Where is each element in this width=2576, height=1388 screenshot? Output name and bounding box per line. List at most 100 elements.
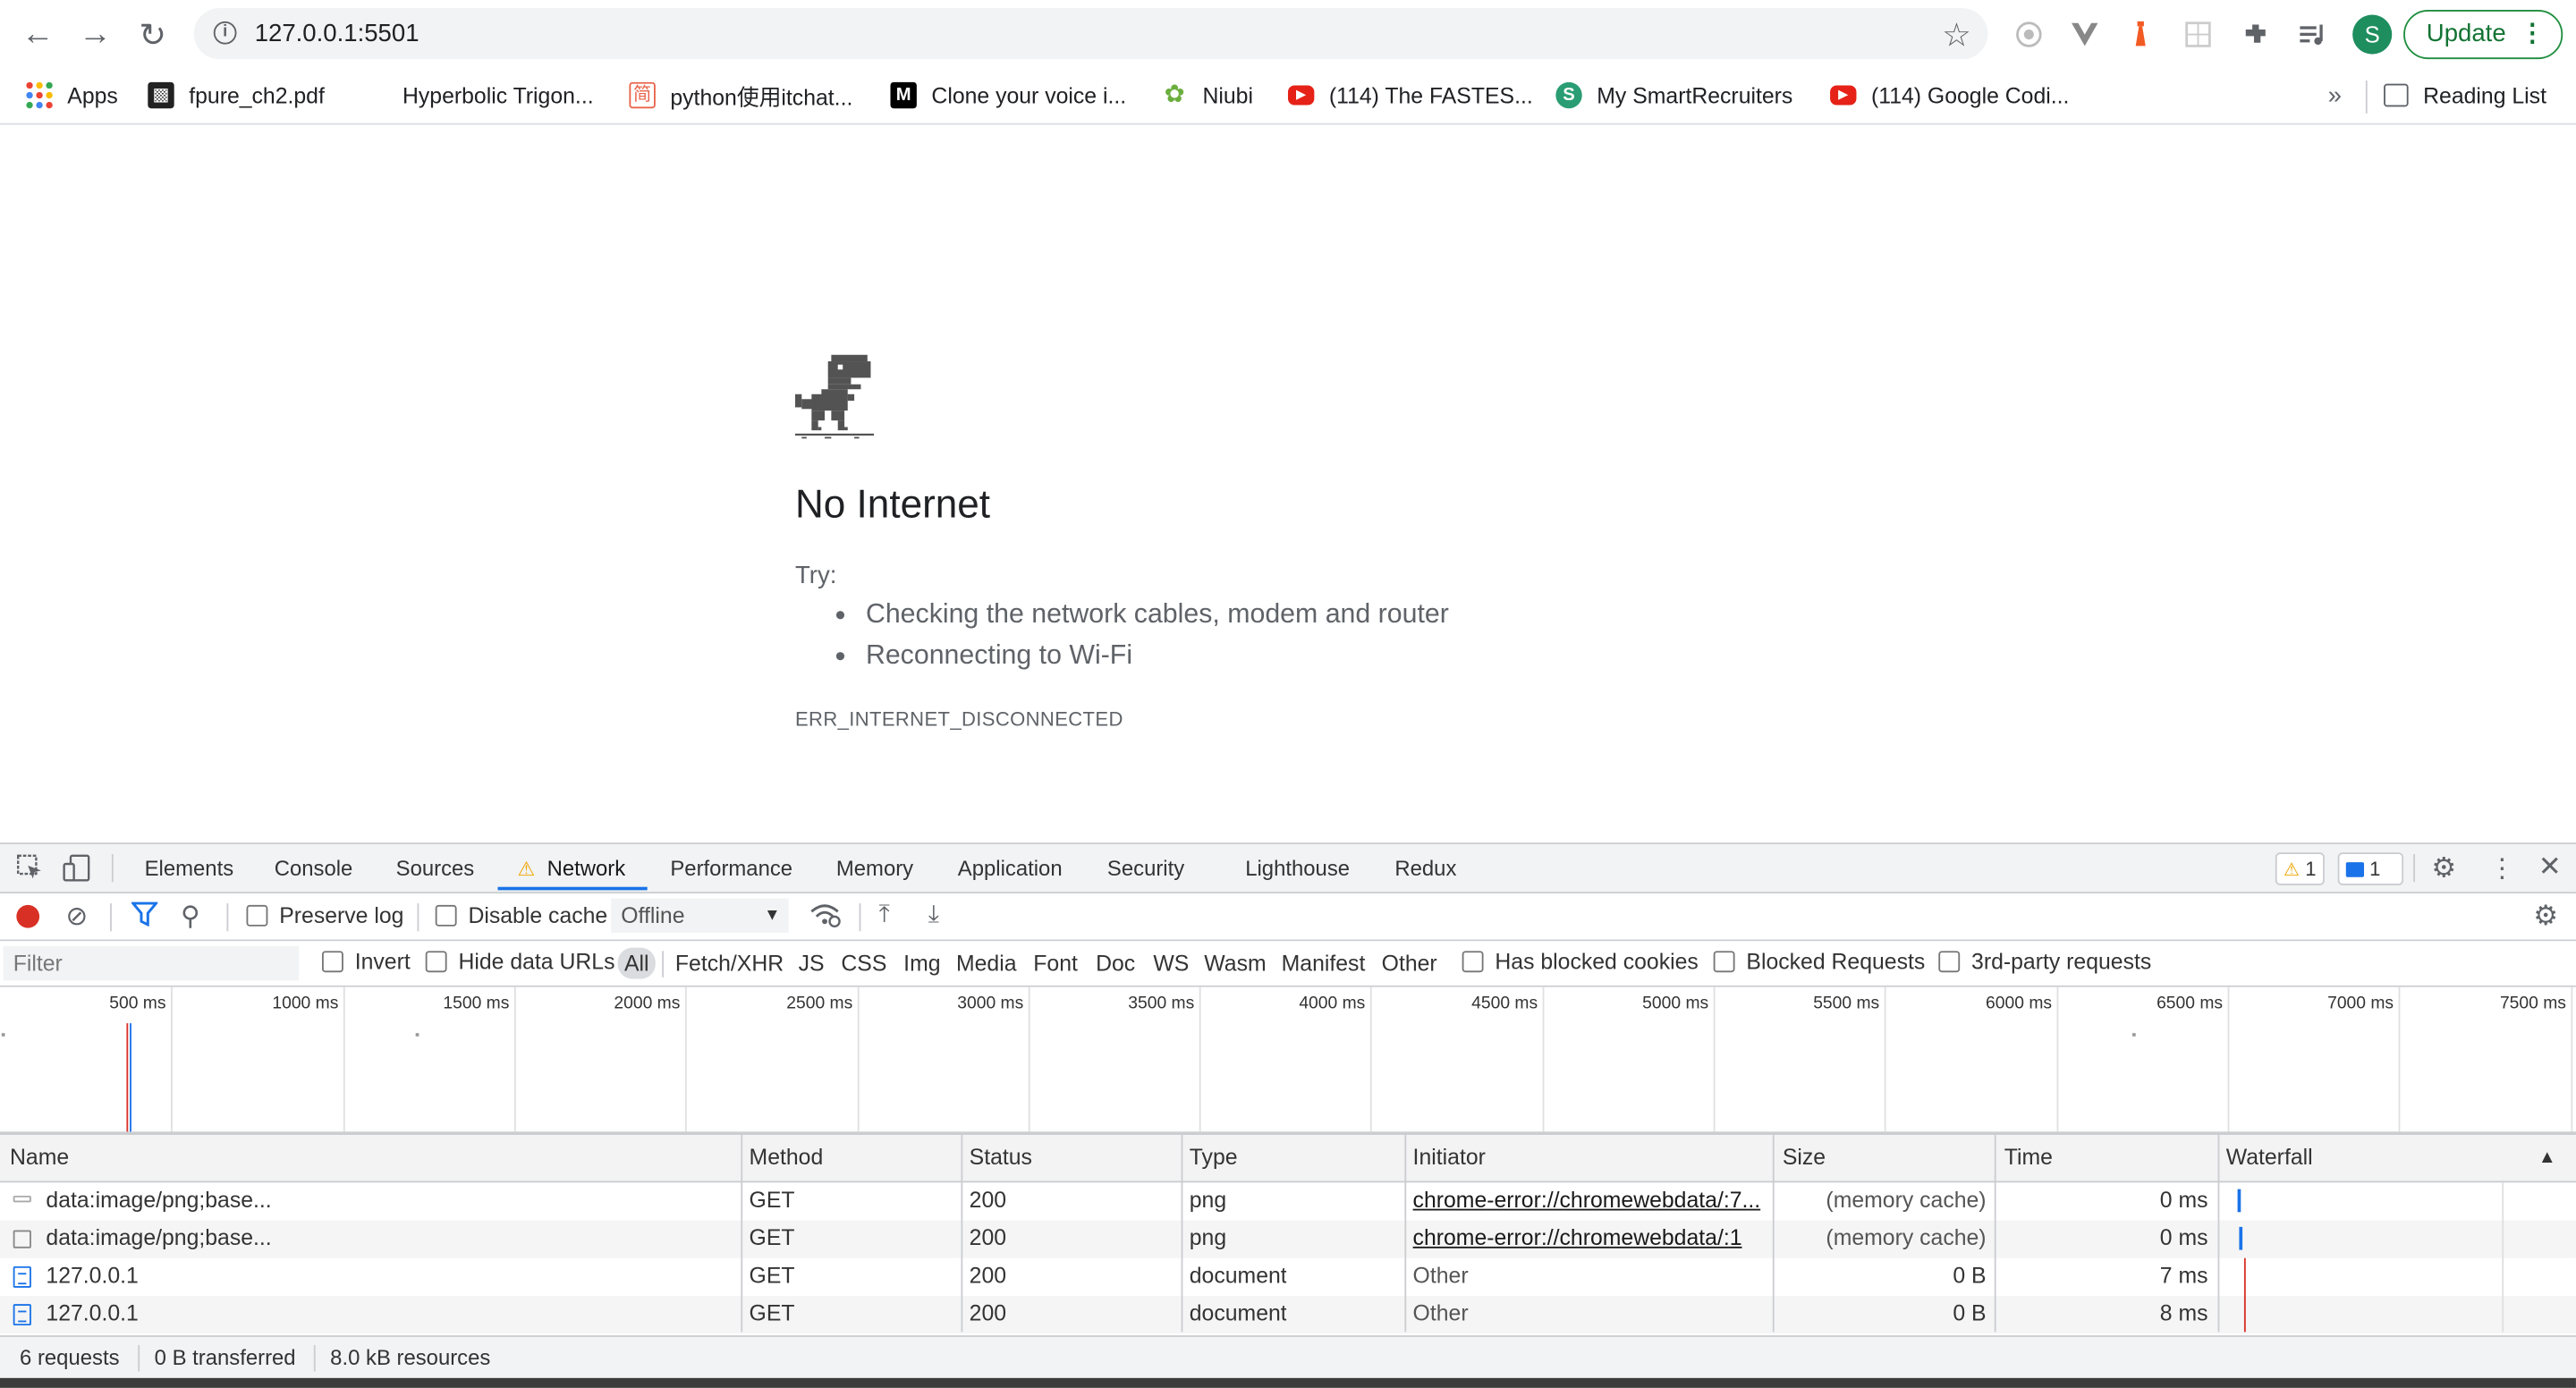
blocked-requests-checkbox[interactable]: Blocked Requests xyxy=(1713,949,1925,974)
column-header-method[interactable]: Method xyxy=(750,1145,824,1170)
media-queue-icon[interactable] xyxy=(2295,16,2331,52)
checkbox-box[interactable] xyxy=(425,951,447,973)
extension-camera-icon[interactable] xyxy=(2011,16,2046,52)
filter-type-wasm[interactable]: Wasm xyxy=(1204,948,1266,979)
column-header-status[interactable]: Status xyxy=(970,1145,1032,1170)
close-devtools-icon[interactable]: ✕ xyxy=(2538,851,2562,884)
reload-icon[interactable]: ↻ xyxy=(130,12,175,57)
request-initiator-link[interactable]: chrome-error://chromewebdata/:7... xyxy=(1413,1188,1765,1213)
network-settings-gear-icon[interactable]: ⚙ xyxy=(2533,900,2558,933)
tab-performance[interactable]: Performance xyxy=(670,856,792,881)
extension-lighthouse-icon[interactable] xyxy=(2123,16,2158,52)
filter-type-media[interactable]: Media xyxy=(956,948,1017,979)
bookmark-youtube-google[interactable]: ▶ (114) Google Codi... xyxy=(1830,77,2069,113)
filter-type-fetch-xhr[interactable]: Fetch/XHR xyxy=(675,948,784,979)
network-overview-timeline[interactable]: 500 ms 1000 ms 1500 ms 2000 ms 2500 ms 3000 m… xyxy=(0,986,2576,1136)
url-text[interactable]: 127.0.0.1:5501 xyxy=(255,20,419,47)
column-header-initiator[interactable]: Initiator xyxy=(1413,1145,1486,1170)
network-conditions-wifi-icon[interactable] xyxy=(809,901,842,935)
bookmark-apps[interactable]: Apps xyxy=(26,77,118,113)
table-row[interactable]: 127.0.0.1 GET 200 document Other 0 B 7 m… xyxy=(0,1258,2576,1296)
checkbox-box[interactable] xyxy=(1462,951,1484,973)
column-divider[interactable] xyxy=(1404,1135,1407,1333)
column-divider[interactable] xyxy=(1772,1135,1775,1333)
inspect-element-icon[interactable] xyxy=(16,854,42,887)
checkbox-box[interactable] xyxy=(435,904,457,927)
device-toolbar-icon[interactable] xyxy=(63,854,92,889)
forward-arrow-icon[interactable]: → xyxy=(72,12,118,57)
tab-memory[interactable]: Memory xyxy=(836,856,913,881)
more-options-icon[interactable]: ⋮ xyxy=(2489,852,2515,885)
filter-type-ws[interactable]: WS xyxy=(1153,948,1189,979)
update-button[interactable]: Update ⋮ xyxy=(2403,10,2563,60)
tab-application[interactable]: Application xyxy=(958,856,1063,881)
back-arrow-icon[interactable]: ← xyxy=(15,12,61,57)
filter-input[interactable]: Filter xyxy=(3,945,300,981)
bookmark-python-itchat[interactable]: 简 python使用itchat... xyxy=(629,77,852,113)
tab-lighthouse[interactable]: Lighthouse xyxy=(1245,856,1350,881)
throttling-select[interactable]: Offline ▼ xyxy=(611,898,789,934)
column-header-name[interactable]: Name xyxy=(10,1145,69,1170)
disable-cache-checkbox[interactable]: Disable cache xyxy=(435,903,607,928)
column-divider[interactable] xyxy=(741,1135,743,1333)
third-party-requests-checkbox[interactable]: 3rd-party requests xyxy=(1938,949,2151,974)
column-divider[interactable] xyxy=(1994,1135,1996,1333)
filter-type-other[interactable]: Other xyxy=(1382,948,1437,979)
hide-data-urls-checkbox[interactable]: Hide data URLs xyxy=(425,949,614,974)
sort-ascending-icon[interactable]: ▲ xyxy=(2538,1148,2556,1168)
table-row[interactable]: data:image/png;base... GET 200 png chrom… xyxy=(0,1220,2576,1258)
record-icon[interactable] xyxy=(16,904,40,928)
filter-type-css[interactable]: CSS xyxy=(841,948,886,979)
tab-network[interactable]: Network xyxy=(547,856,626,881)
search-icon[interactable]: ⚲ xyxy=(181,900,200,933)
bookmark-clone-voice[interactable]: M Clone your voice i... xyxy=(890,77,1126,113)
checkbox-box[interactable] xyxy=(1938,951,1961,973)
menu-kebab-icon[interactable]: ⋮ xyxy=(2520,12,2545,56)
invert-checkbox[interactable]: Invert xyxy=(321,949,411,974)
table-row[interactable]: data:image/png;base... GET 200 png chrom… xyxy=(0,1182,2576,1220)
checkbox-box[interactable] xyxy=(321,951,343,973)
column-divider[interactable] xyxy=(2217,1135,2220,1333)
import-har-icon[interactable]: ⤒ xyxy=(879,900,890,927)
tab-elements[interactable]: Elements xyxy=(145,856,234,881)
preserve-log-checkbox[interactable]: Preserve log xyxy=(246,903,403,928)
site-info-icon[interactable]: i xyxy=(213,21,237,45)
bookmark-niubi[interactable]: ✿ Niubi xyxy=(1162,77,1253,113)
filter-type-img[interactable]: Img xyxy=(903,948,940,979)
bookmark-star-icon[interactable]: ☆ xyxy=(1942,15,1971,56)
bookmark-smartrecruiters[interactable]: S My SmartRecruiters xyxy=(1555,77,1792,113)
profile-avatar[interactable]: S xyxy=(2352,14,2393,55)
column-header-size[interactable]: Size xyxy=(1783,1145,1826,1170)
bookmarks-overflow-chevron-icon[interactable]: » xyxy=(2328,77,2342,113)
export-har-icon[interactable]: ⤓ xyxy=(928,900,939,927)
warnings-badge[interactable]: ⚠ 1 xyxy=(2275,852,2325,885)
tab-sources[interactable]: Sources xyxy=(396,856,475,881)
column-divider[interactable] xyxy=(1181,1135,1183,1333)
column-divider[interactable] xyxy=(961,1135,963,1333)
tab-console[interactable]: Console xyxy=(275,856,353,881)
tab-redux[interactable]: Redux xyxy=(1394,856,1456,881)
table-row[interactable]: 127.0.0.1 GET 200 document Other 0 B 8 m… xyxy=(0,1295,2576,1334)
column-header-time[interactable]: Time xyxy=(2004,1145,2053,1170)
has-blocked-cookies-checkbox[interactable]: Has blocked cookies xyxy=(1462,949,1699,974)
address-bar[interactable]: i 127.0.0.1:5501 ☆ xyxy=(193,8,1988,60)
filter-type-all[interactable]: All xyxy=(617,947,656,979)
bookmark-fpure[interactable]: ▩ fpure_ch2.pdf xyxy=(148,77,325,113)
column-header-type[interactable]: Type xyxy=(1190,1145,1238,1170)
extension-grid-icon[interactable] xyxy=(2180,16,2216,52)
filter-type-font[interactable]: Font xyxy=(1033,948,1078,979)
filter-type-doc[interactable]: Doc xyxy=(1096,948,1135,979)
tab-security[interactable]: Security xyxy=(1107,856,1184,881)
extensions-puzzle-icon[interactable] xyxy=(2238,16,2274,52)
column-header-waterfall[interactable]: Waterfall xyxy=(2226,1145,2313,1170)
reading-list-button[interactable]: Reading List xyxy=(2384,77,2546,113)
bookmark-hyperbolic[interactable]: Hyperbolic Trigon... xyxy=(361,77,594,113)
settings-gear-icon[interactable]: ⚙ xyxy=(2431,852,2456,885)
filter-type-js[interactable]: JS xyxy=(799,948,825,979)
extension-vue-icon[interactable] xyxy=(2067,16,2103,52)
bookmark-youtube-fastest[interactable]: ▶ (114) The FASTES... xyxy=(1287,77,1533,113)
filter-funnel-icon[interactable] xyxy=(130,901,159,933)
filter-type-manifest[interactable]: Manifest xyxy=(1282,948,1366,979)
clear-icon[interactable]: ⊘ xyxy=(65,900,88,933)
checkbox-box[interactable] xyxy=(246,904,268,927)
